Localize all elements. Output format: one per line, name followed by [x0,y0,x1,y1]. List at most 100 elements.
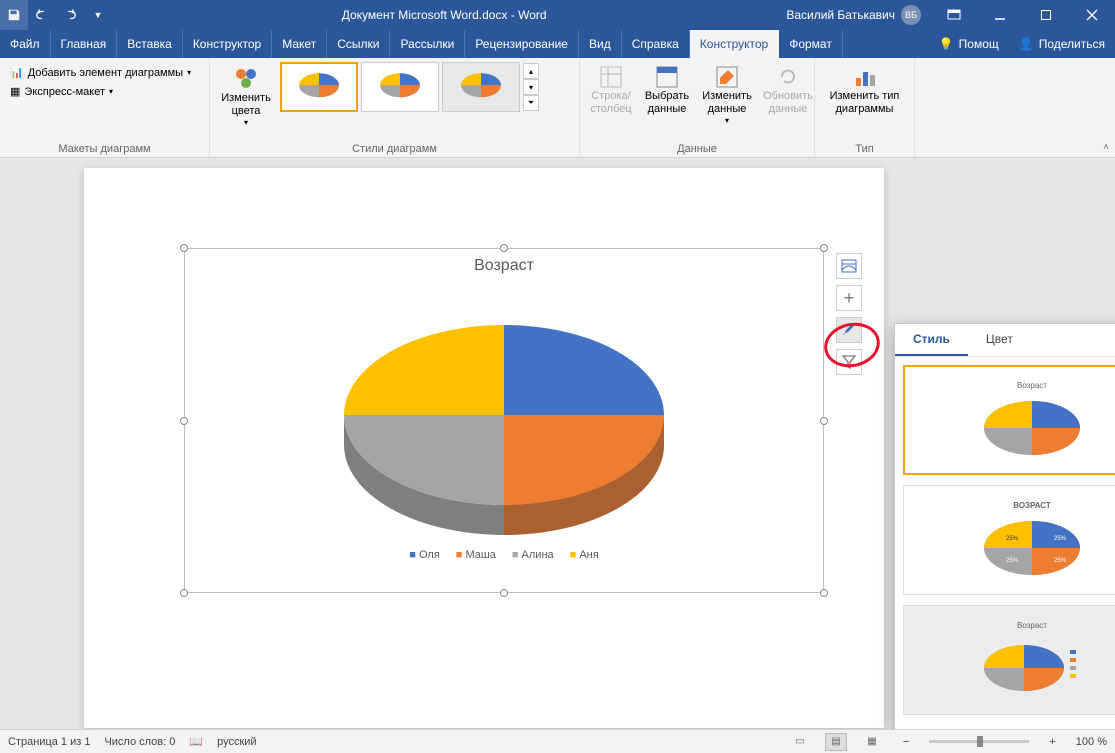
plus-icon: + [844,288,855,309]
view-print-button[interactable]: ▤ [825,733,847,751]
ribbon-display-button[interactable] [931,0,977,30]
group-label: Макеты диаграмм [6,141,203,155]
resize-handle[interactable] [180,244,188,252]
document-page[interactable]: Возраст Оля Маша Алина Аня [84,168,884,728]
status-language[interactable]: русский [217,736,256,748]
tab-help[interactable]: Справка [622,30,690,58]
flyout-tab-color[interactable]: Цвет [968,324,1031,356]
layout-options-button[interactable] [836,253,862,279]
tab-file[interactable]: Файл [0,30,51,58]
zoom-in-button[interactable]: + [1043,736,1061,748]
quick-layout-icon: ▦ [10,85,20,98]
funnel-icon [842,355,856,369]
group-label: Тип [821,141,908,155]
chart-element-icon: 📊 [10,66,24,79]
flyout-tab-style[interactable]: Стиль [895,324,968,356]
style-option-2[interactable]: ВОЗРАСТ 25%25%25%25% [903,485,1115,595]
collapse-ribbon-button[interactable]: ˄ [1103,142,1109,153]
add-chart-element-button[interactable]: 📊Добавить элемент диаграммы▾ [6,64,195,81]
style-option-1[interactable]: Возраст [903,365,1115,475]
zoom-slider[interactable] [929,740,1029,743]
status-bar: Страница 1 из 1 Число слов: 0 📖 русский … [0,729,1115,753]
ribbon-tabs: Файл Главная Вставка Конструктор Макет С… [0,30,1115,58]
minimize-button[interactable] [977,0,1023,30]
edit-data-button[interactable]: Изменить данные▾ [698,62,756,128]
bulb-icon: 💡 [939,37,954,51]
close-button[interactable] [1069,0,1115,30]
quick-layout-button[interactable]: ▦Экспресс-макет▾ [6,83,117,100]
ribbon: 📊Добавить элемент диаграммы▾ ▦Экспресс-м… [0,58,1115,158]
status-words[interactable]: Число слов: 0 [104,736,175,748]
select-data-icon [654,64,680,90]
chart-style-2[interactable] [361,62,439,112]
tab-layout[interactable]: Макет [272,30,327,58]
window-title: Документ Microsoft Word.docx - Word [112,8,776,22]
tab-home[interactable]: Главная [51,30,118,58]
gallery-spinner: ▴ ▾ ⏷ [523,63,539,111]
zoom-thumb[interactable] [977,736,983,747]
gallery-down-button[interactable]: ▾ [523,79,539,95]
legend-item: Аня [570,549,599,561]
brush-icon [841,322,857,338]
chart-legend[interactable]: Оля Маша Алина Аня [185,535,823,561]
pie-chart[interactable] [185,275,823,535]
redo-button[interactable] [56,0,84,30]
flyout-style-list[interactable]: Возраст ВОЗРАСТ 25%25%25%25% Возраст [895,357,1115,729]
save-button[interactable] [0,0,28,30]
style-option-3[interactable]: Возраст [903,605,1115,715]
share-icon: 👤 [1019,37,1034,51]
chart-filters-button[interactable] [836,349,862,375]
resize-handle[interactable] [500,244,508,252]
resize-handle[interactable] [180,589,188,597]
view-read-button[interactable]: ▭ [789,733,811,751]
tab-view[interactable]: Вид [579,30,622,58]
resize-handle[interactable] [820,244,828,252]
chart-style-1[interactable] [280,62,358,112]
switch-row-column-button: Строка/ столбец [586,62,636,118]
zoom-out-button[interactable]: − [897,736,915,748]
edit-data-icon [714,64,740,90]
chart-object[interactable]: Возраст Оля Маша Алина Аня [184,248,824,593]
legend-item: Алина [512,549,554,561]
flyout-tabs: Стиль Цвет [895,324,1115,357]
view-web-button[interactable]: ▦ [861,733,883,751]
gallery-more-button[interactable]: ⏷ [523,95,539,111]
tab-design[interactable]: Конструктор [183,30,272,58]
chart-type-icon [852,64,878,90]
group-label: Данные [586,141,808,155]
tab-chart-design[interactable]: Конструктор [690,30,779,58]
status-page[interactable]: Страница 1 из 1 [8,736,90,748]
chart-styles-button[interactable] [836,317,862,343]
layout-icon [841,259,857,273]
change-chart-type-button[interactable]: Изменить тип диаграммы [821,62,908,118]
tab-mailings[interactable]: Рассылки [390,30,465,58]
group-data: Строка/ столбец Выбрать данные Изменить … [580,58,815,157]
zoom-level[interactable]: 100 % [1076,736,1107,748]
svg-text:25%: 25% [1054,558,1067,564]
gallery-up-button[interactable]: ▴ [523,63,539,79]
change-colors-button[interactable]: Изменить цвета▾ [216,62,276,130]
chart-style-gallery: ▴ ▾ ⏷ [280,62,539,112]
user-avatar: ВБ [901,5,921,25]
resize-handle[interactable] [820,589,828,597]
qat-more-button[interactable]: ▼ [84,0,112,30]
undo-button[interactable] [28,0,56,30]
user-account[interactable]: Василий Батькавич ВБ [776,5,931,25]
resize-handle[interactable] [180,417,188,425]
tab-insert[interactable]: Вставка [117,30,183,58]
chart-elements-button[interactable]: + [836,285,862,311]
tab-chart-format[interactable]: Формат [779,30,843,58]
chart-float-buttons: + [836,253,862,375]
tab-references[interactable]: Ссылки [327,30,390,58]
resize-handle[interactable] [500,589,508,597]
tell-me-button[interactable]: 💡Помощ [929,30,1009,58]
resize-handle[interactable] [820,417,828,425]
select-data-button[interactable]: Выбрать данные [640,62,694,118]
chart-style-3[interactable] [442,62,520,112]
tab-review[interactable]: Рецензирование [465,30,579,58]
proofing-icon[interactable]: 📖 [189,735,203,748]
chart-title[interactable]: Возраст [185,249,823,275]
maximize-button[interactable] [1023,0,1069,30]
share-button[interactable]: 👤Поделиться [1009,30,1115,58]
svg-text:25%: 25% [1006,536,1019,542]
